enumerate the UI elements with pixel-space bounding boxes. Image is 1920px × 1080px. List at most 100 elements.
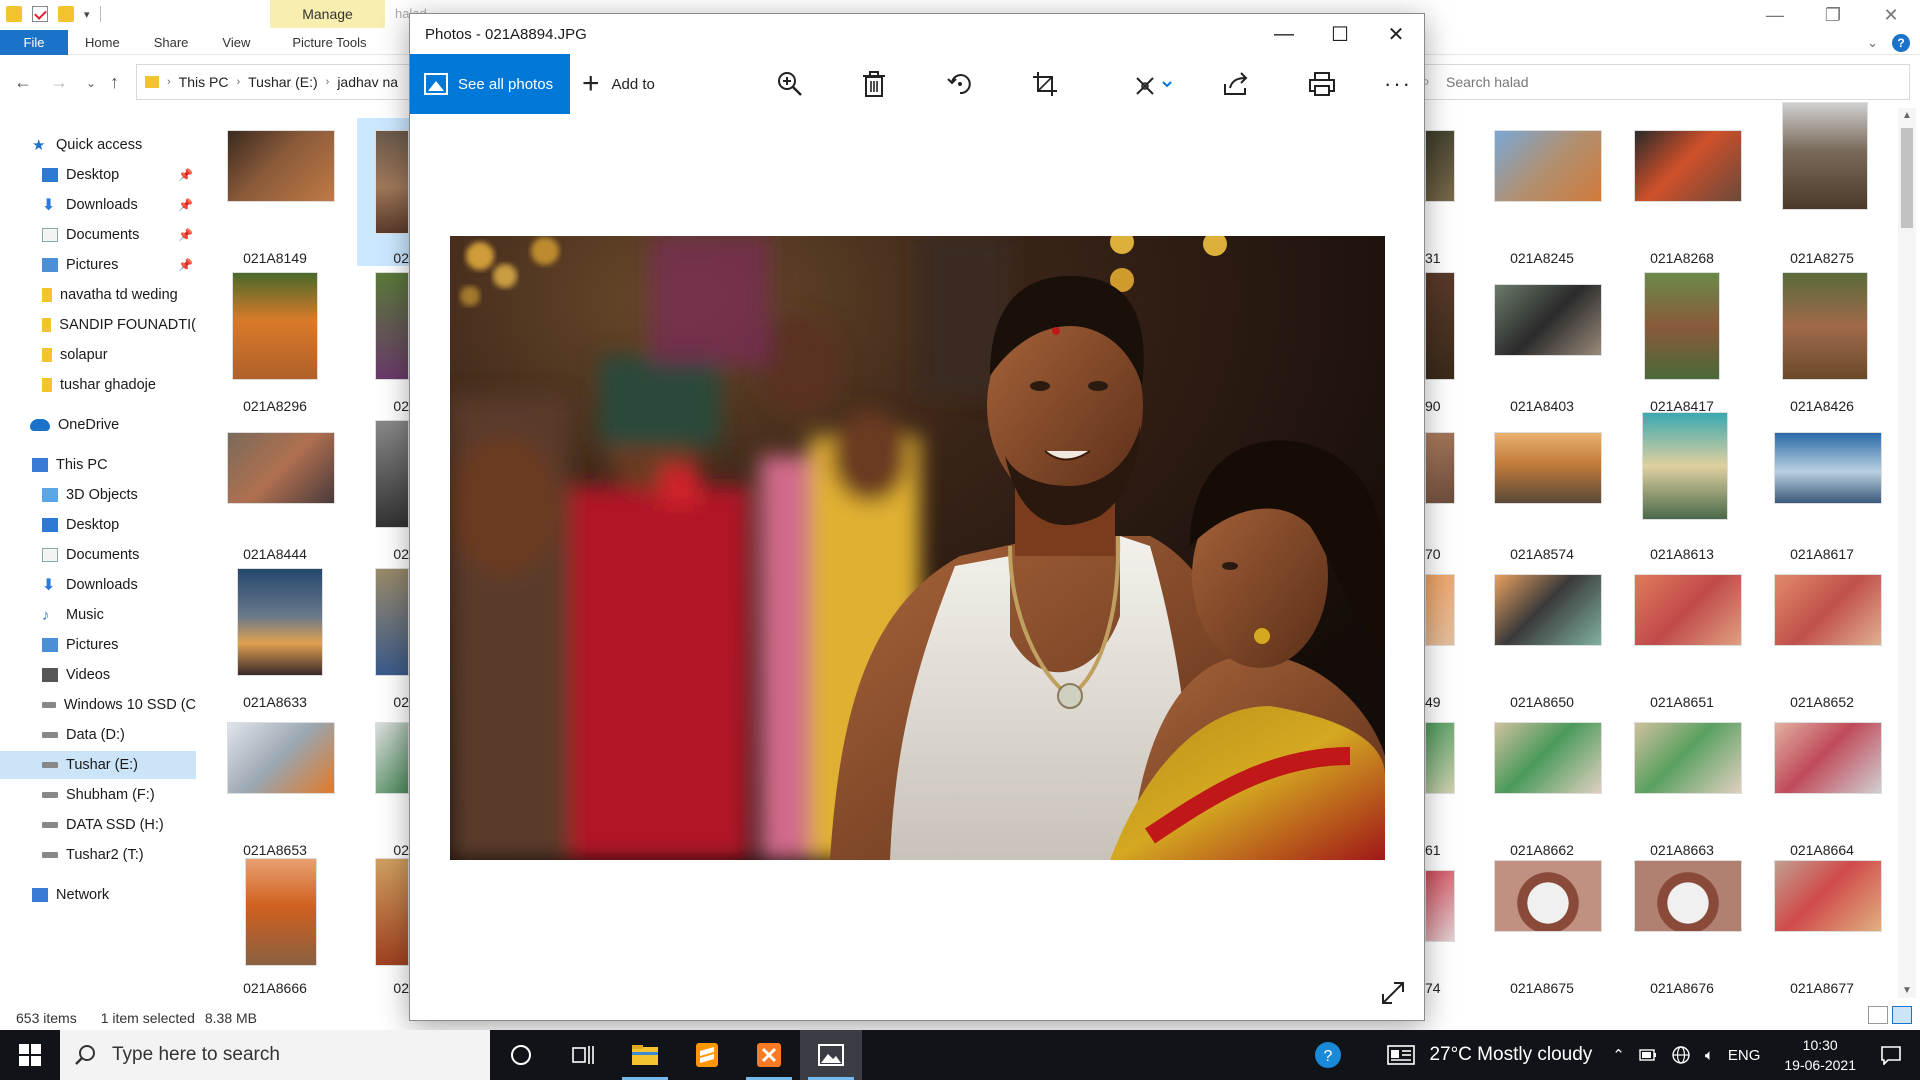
edit-create-button[interactable] <box>1130 68 1180 100</box>
full-screen-icon[interactable] <box>1380 980 1406 1006</box>
weather-text[interactable]: 27°C Mostly cloudy <box>1429 1044 1592 1066</box>
file-thumbnail[interactable]: 021A8664 <box>1752 710 1892 858</box>
rotate-button[interactable] <box>944 68 976 100</box>
nav-quick-access[interactable]: ★ Quick access <box>0 131 196 159</box>
file-thumbnail[interactable]: 021A8676 <box>1612 858 1752 1006</box>
network-globe-icon[interactable] <box>1671 1045 1691 1065</box>
file-thumbnail[interactable]: 02 <box>357 710 409 858</box>
file-thumbnail[interactable]: 021A8675 <box>1472 858 1612 1006</box>
displayed-photo[interactable] <box>450 236 1385 860</box>
up-icon[interactable]: ↑ <box>110 72 119 93</box>
tab-home[interactable]: Home <box>68 30 137 55</box>
file-thumbnail[interactable]: 31 <box>1425 118 1465 266</box>
nav-drive-c[interactable]: Windows 10 SSD (C <box>0 691 196 719</box>
nav-drive-h[interactable]: DATA SSD (H:) <box>0 811 196 839</box>
close-icon[interactable]: ✕ <box>1368 14 1424 54</box>
tab-picture-tools[interactable]: Picture Tools <box>275 30 383 55</box>
file-thumbnail[interactable]: 021A8417 <box>1612 266 1752 414</box>
volume-icon[interactable]: 🔈︎ <box>1705 1047 1714 1064</box>
scroll-thumb[interactable] <box>1901 128 1913 228</box>
expand-ribbon-icon[interactable]: ⌄ <box>1867 35 1878 51</box>
nav-drive-t[interactable]: Tushar2 (T:) <box>0 841 196 869</box>
customize-toolbar-icon[interactable]: ▾ <box>84 8 90 21</box>
nav-pc-pictures[interactable]: Pictures <box>0 631 196 659</box>
properties-icon[interactable] <box>32 6 48 22</box>
restore-icon[interactable]: ❐ <box>1804 0 1862 30</box>
file-thumbnail[interactable]: 02 <box>357 414 409 562</box>
help-icon[interactable]: ? <box>1892 34 1910 52</box>
file-thumbnail[interactable]: 021A8149 <box>205 118 345 266</box>
file-thumbnail[interactable]: 021A8296 <box>205 266 345 414</box>
nav-folder-tushar[interactable]: tushar ghadoje <box>0 371 196 399</box>
help-assistant-icon[interactable]: ? <box>1313 1040 1343 1070</box>
file-thumbnail[interactable]: 021A8651 <box>1612 562 1752 710</box>
file-thumbnail[interactable]: 61 <box>1425 710 1465 858</box>
file-thumbnail[interactable]: 021A8268 <box>1612 118 1752 266</box>
close-icon[interactable]: ✕ <box>1862 0 1920 30</box>
file-thumbnail[interactable]: 02 <box>357 266 409 414</box>
nav-drive-e[interactable]: Tushar (E:) <box>0 751 196 779</box>
file-thumbnail[interactable]: 021A8574 <box>1472 414 1612 562</box>
taskbar-search-box[interactable]: Type here to search <box>60 1030 490 1080</box>
vertical-scrollbar[interactable]: ▲ ▼ <box>1898 108 1916 998</box>
nav-qa-documents[interactable]: Documents 📌 <box>0 221 196 249</box>
nav-pc-3d-objects[interactable]: 3D Objects <box>0 481 196 509</box>
file-thumbnail[interactable]: 74 <box>1425 858 1465 1006</box>
tab-file[interactable]: File <box>0 29 68 55</box>
battery-icon[interactable] <box>1639 1048 1657 1062</box>
minimize-icon[interactable]: — <box>1256 14 1312 54</box>
nav-pc-documents[interactable]: Documents <box>0 541 196 569</box>
xampp-taskbar-button[interactable] <box>738 1030 800 1080</box>
recent-locations-icon[interactable]: ⌄ <box>86 76 96 90</box>
breadcrumb-drive[interactable]: Tushar (E:) <box>248 74 318 90</box>
cortana-button[interactable] <box>490 1030 552 1080</box>
back-icon[interactable]: ← <box>14 72 32 93</box>
chevron-right-icon[interactable]: › <box>167 76 171 88</box>
nav-folder-solapur[interactable]: solapur <box>0 341 196 369</box>
manage-tab[interactable]: Manage <box>270 0 385 28</box>
file-thumbnail[interactable]: 021A8677 <box>1752 858 1892 1006</box>
nav-qa-desktop[interactable]: Desktop 📌 <box>0 161 196 189</box>
nav-onedrive[interactable]: OneDrive <box>0 411 196 439</box>
task-view-button[interactable] <box>552 1030 614 1080</box>
share-button[interactable] <box>1220 68 1252 100</box>
more-options-button[interactable]: ··· <box>1382 68 1414 100</box>
nav-pc-downloads[interactable]: ⬇ Downloads <box>0 571 196 599</box>
nav-qa-pictures[interactable]: Pictures 📌 <box>0 251 196 279</box>
delete-button[interactable] <box>858 68 890 100</box>
minimize-icon[interactable]: — <box>1746 0 1804 30</box>
breadcrumb-folder[interactable]: jadhav na <box>337 74 398 90</box>
nav-pc-music[interactable]: ♪ Music <box>0 601 196 629</box>
chevron-right-icon[interactable]: › <box>326 76 330 88</box>
large-icons-view-icon[interactable] <box>1892 1006 1912 1024</box>
scroll-down-icon[interactable]: ▼ <box>1902 985 1912 996</box>
file-thumbnail[interactable]: 70 <box>1425 414 1465 562</box>
nav-this-pc[interactable]: This PC <box>0 451 196 479</box>
file-thumbnail[interactable]: 90 <box>1425 266 1465 414</box>
file-thumbnail[interactable]: 021A8617 <box>1752 414 1892 562</box>
weather-news-icon[interactable] <box>1387 1045 1416 1065</box>
see-all-photos-button[interactable]: See all photos <box>410 54 570 114</box>
file-thumbnail[interactable]: 021A8275 <box>1752 102 1892 266</box>
file-thumbnail[interactable]: 021A8613 <box>1612 412 1752 562</box>
nav-drive-f[interactable]: Shubham (F:) <box>0 781 196 809</box>
start-button[interactable] <box>0 1030 60 1080</box>
file-thumbnail[interactable]: 02 <box>357 858 409 1006</box>
clock[interactable]: 10:30 19-06-2021 <box>1774 1035 1866 1075</box>
file-thumbnail[interactable]: 021A8245 <box>1472 118 1612 266</box>
chevron-right-icon[interactable]: › <box>236 76 240 88</box>
file-thumbnail[interactable]: 49 <box>1425 562 1465 710</box>
photos-taskbar-button[interactable] <box>800 1030 862 1080</box>
file-thumbnail[interactable]: 021A8653 <box>205 710 345 858</box>
nav-network[interactable]: Network <box>0 881 196 909</box>
print-button[interactable] <box>1306 68 1338 100</box>
file-thumbnail[interactable]: 021A8633 <box>205 562 345 710</box>
new-folder-icon[interactable] <box>58 6 74 22</box>
tab-share[interactable]: Share <box>137 30 206 55</box>
nav-pc-videos[interactable]: Videos <box>0 661 196 689</box>
file-thumbnail[interactable]: 021A8426 <box>1752 266 1892 414</box>
nav-drive-d[interactable]: Data (D:) <box>0 721 196 749</box>
tab-view[interactable]: View <box>205 30 267 55</box>
add-to-button[interactable]: + Add to <box>582 54 655 114</box>
zoom-in-button[interactable] <box>774 68 806 100</box>
